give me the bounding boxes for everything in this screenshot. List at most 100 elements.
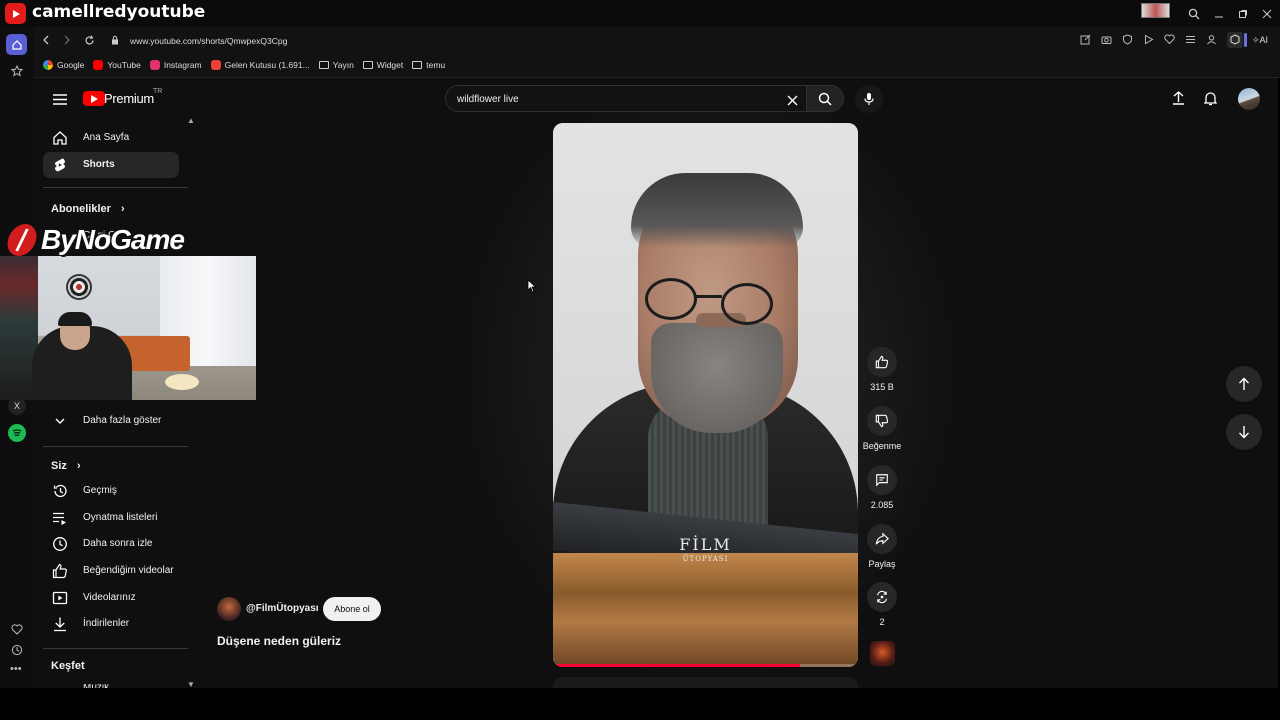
sound-thumbnail[interactable] xyxy=(870,641,895,666)
bookmark-item[interactable]: YouTube xyxy=(93,60,141,70)
nav-show-more[interactable]: Daha fazla göster xyxy=(43,408,179,434)
bookmark-item[interactable]: Google xyxy=(43,60,84,70)
nav-playlists[interactable]: Oynatma listeleri xyxy=(43,505,179,531)
nav-home-label: Ana Sayfa xyxy=(83,132,130,143)
channel-handle[interactable]: @FilmÜtopyası xyxy=(246,603,319,614)
menu-lines-icon[interactable] xyxy=(1185,34,1196,45)
downloads-label: İndirilenler xyxy=(83,618,130,629)
heart-icon[interactable] xyxy=(9,621,25,637)
bookmark-item[interactable]: temu xyxy=(412,60,445,70)
nav-divider-2 xyxy=(43,446,188,447)
liked-videos-label: Beğendiğim videolar xyxy=(83,565,174,576)
download-icon xyxy=(54,617,66,632)
edit-icon[interactable] xyxy=(1080,34,1091,45)
video-glasses-bridge xyxy=(696,295,722,298)
search-icon[interactable] xyxy=(1186,6,1202,22)
short-title[interactable]: Düşene neden güleriz xyxy=(217,634,341,648)
restore-icon[interactable] xyxy=(1235,6,1251,22)
clear-search-icon[interactable] xyxy=(785,93,799,107)
bynogame-overlay: ByNoGame xyxy=(4,224,185,256)
premium-logo-text[interactable]: Premium xyxy=(104,91,154,106)
webcam-plate xyxy=(165,374,199,390)
previous-short-button[interactable] xyxy=(1226,366,1262,402)
comment-count: 2.085 xyxy=(870,500,894,510)
more-options-icon[interactable]: ••• xyxy=(10,663,22,675)
upload-icon[interactable] xyxy=(1170,90,1186,106)
home-workspace-icon[interactable] xyxy=(6,34,27,55)
video-glasses-left xyxy=(645,278,697,320)
bookmark-item[interactable]: Widget xyxy=(362,60,403,70)
thumbs-up-icon xyxy=(52,563,67,579)
hamburger-menu-icon[interactable] xyxy=(51,91,69,107)
next-short-button[interactable] xyxy=(1226,414,1262,450)
gmail-icon xyxy=(210,60,221,70)
heart-outline-icon[interactable] xyxy=(1164,34,1175,45)
reload-icon[interactable] xyxy=(82,33,96,47)
opera-logo-icon[interactable] xyxy=(5,3,26,24)
spotify-icon[interactable] xyxy=(8,424,26,442)
history-icon xyxy=(53,484,67,498)
subscribe-button[interactable]: Abone ol xyxy=(323,597,381,621)
video-icon xyxy=(52,591,68,605)
play-icon[interactable] xyxy=(1143,34,1154,45)
account-icon[interactable] xyxy=(1206,34,1217,45)
lock-icon[interactable] xyxy=(109,34,121,46)
remix-button[interactable] xyxy=(867,582,897,612)
nav-downloads[interactable]: İndirilenler xyxy=(43,611,179,637)
region-code: TR xyxy=(153,88,163,95)
video-hair xyxy=(631,173,803,248)
nav-liked-videos[interactable]: Beğendiğim videolar xyxy=(43,558,179,584)
profile-thumbnail[interactable] xyxy=(1141,3,1170,18)
chevron-right-icon: › xyxy=(120,203,125,215)
dislike-button[interactable] xyxy=(867,406,897,436)
cube-extension-icon[interactable] xyxy=(1227,32,1243,48)
star-icon[interactable] xyxy=(9,63,25,79)
bynogame-brand: ByNoGame xyxy=(41,224,185,255)
voice-search-button[interactable] xyxy=(855,85,883,113)
playlists-label: Oynatma listeleri xyxy=(83,512,158,523)
dislike-label: Beğenme xyxy=(862,441,902,451)
explore-header: Keşfet xyxy=(51,660,85,672)
comments-button[interactable] xyxy=(867,465,897,495)
mouse-cursor xyxy=(527,279,537,293)
share-button[interactable] xyxy=(867,524,897,554)
search-input[interactable]: wildflower live xyxy=(457,94,519,105)
bookmark-item[interactable]: Yayın xyxy=(318,60,354,70)
channel-avatar[interactable] xyxy=(217,597,241,621)
next-short-preview[interactable] xyxy=(553,677,858,688)
minimize-icon[interactable] xyxy=(1211,6,1227,22)
aria-ai-button[interactable]: ✧AI xyxy=(1252,35,1268,46)
nav-home[interactable]: Ana Sayfa xyxy=(43,125,179,151)
subscriptions-header[interactable]: Abonelikler › xyxy=(51,203,125,215)
bookmark-item[interactable]: Instagram xyxy=(149,60,202,70)
nav-shorts[interactable]: Shorts xyxy=(43,152,179,178)
google-icon xyxy=(43,60,53,70)
toolbar-extensions xyxy=(1080,34,1217,45)
forward-icon[interactable] xyxy=(60,33,74,47)
back-icon[interactable] xyxy=(39,33,53,47)
you-header[interactable]: Siz › xyxy=(51,460,81,472)
search-box[interactable]: wildflower live xyxy=(445,85,807,112)
scroll-up-arrow-icon[interactable]: ▲ xyxy=(187,116,195,125)
address-bar[interactable]: www.youtube.com/shorts/QmwpexQ3Cpg xyxy=(130,36,287,46)
shorts-video-player[interactable]: FİLM ÜTOPYASI xyxy=(553,123,858,667)
show-more-label: Daha fazla göster xyxy=(83,415,162,426)
search-button[interactable] xyxy=(806,85,844,112)
user-avatar[interactable] xyxy=(1238,88,1260,110)
folder-icon xyxy=(412,61,423,69)
shield-icon[interactable] xyxy=(1122,34,1133,45)
camera-icon[interactable] xyxy=(1101,34,1112,45)
nav-your-videos[interactable]: Videolarınız xyxy=(43,585,179,611)
chevron-down-icon xyxy=(55,418,65,424)
nav-history[interactable]: Geçmiş xyxy=(43,478,179,504)
like-button[interactable] xyxy=(867,347,897,377)
nav-watch-later[interactable]: Daha sonra izle xyxy=(43,531,179,557)
history-clock-icon[interactable] xyxy=(9,642,25,658)
youtube-logo-icon[interactable] xyxy=(83,91,105,106)
notifications-bell-icon[interactable] xyxy=(1202,90,1218,106)
bookmark-item[interactable]: Gelen Kutusu (1.691... xyxy=(210,60,310,70)
video-watermark-sub: ÜTOPYASI xyxy=(682,555,729,563)
close-window-icon[interactable] xyxy=(1259,6,1275,22)
remix-icon xyxy=(877,590,887,604)
webcam-overlay xyxy=(0,256,256,400)
